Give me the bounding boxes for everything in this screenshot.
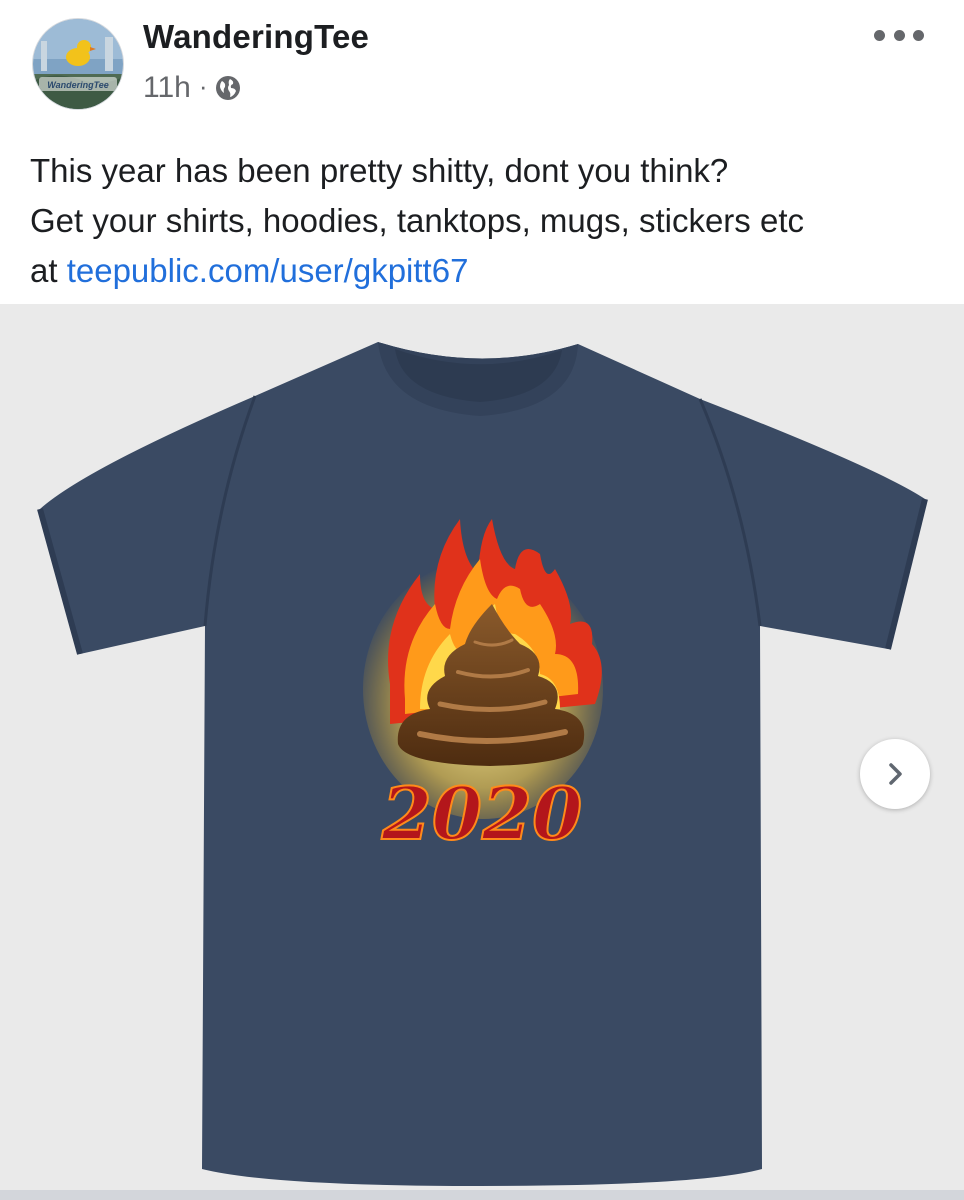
avatar[interactable]: WanderingTee xyxy=(32,18,124,110)
avatar-image: WanderingTee xyxy=(33,19,123,109)
facebook-post: WanderingTee WanderingTee 11h · This yea… xyxy=(0,0,964,1200)
post-media-image[interactable]: 2020 xyxy=(0,304,964,1190)
more-horizontal-icon xyxy=(874,29,885,41)
post-meta: 11h · xyxy=(143,68,242,108)
post-header: WanderingTee WanderingTee 11h · xyxy=(0,0,964,130)
author-name[interactable]: WanderingTee xyxy=(143,18,369,56)
meta-separator: · xyxy=(198,70,208,101)
globe-icon[interactable] xyxy=(214,74,242,102)
next-image-button[interactable] xyxy=(860,739,930,809)
teepublic-link[interactable]: teepublic.com/user/gkpitt67 xyxy=(67,252,469,289)
chevron-right-icon xyxy=(889,763,902,785)
tshirt-image: 2020 xyxy=(37,342,928,1186)
post-text-line-2: Get your shirts, hoodies, tanktops, mugs… xyxy=(30,202,804,239)
more-options-button[interactable] xyxy=(874,20,924,50)
post-text-line-1: This year has been pretty shitty, dont y… xyxy=(30,152,729,189)
post-text-line-3-prefix: at xyxy=(30,252,67,289)
post-text: This year has been pretty shitty, dont y… xyxy=(30,146,940,296)
avatar-caption: WanderingTee xyxy=(47,80,109,90)
post-divider xyxy=(0,1190,964,1200)
post-text-line-3: at teepublic.com/user/gkpitt67 xyxy=(30,246,940,296)
post-timestamp[interactable]: 11h xyxy=(143,71,191,105)
print-text-2020: 2020 xyxy=(381,771,582,856)
